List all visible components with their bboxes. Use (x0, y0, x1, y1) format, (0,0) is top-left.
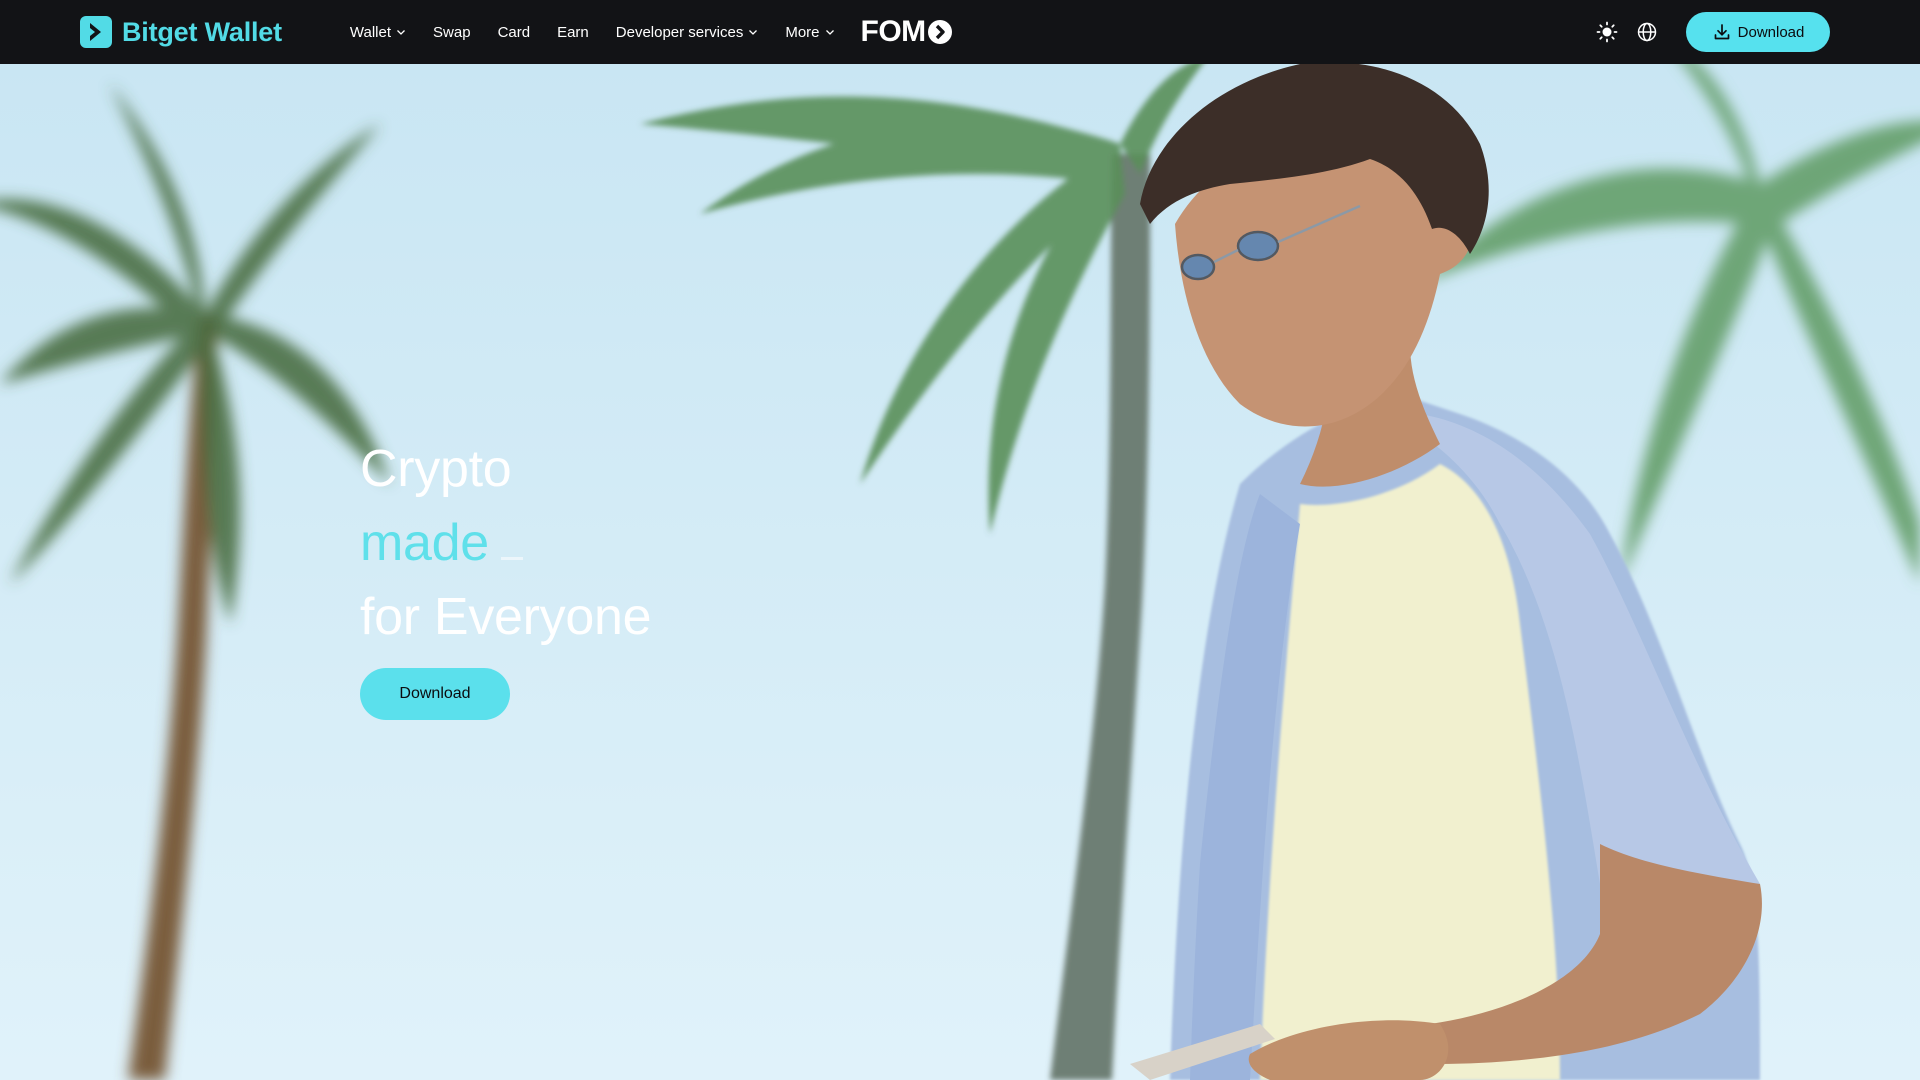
nav-label: Wallet (349, 23, 392, 41)
header-tools: Download (1596, 12, 1830, 52)
nav-item-more[interactable]: More (785, 24, 834, 41)
hero-background-photo (0, 64, 1920, 1080)
header-download-label: Download (1737, 23, 1805, 41)
typing-cursor (500, 557, 523, 560)
hero-download-label: Download (399, 685, 471, 702)
headline-line-3: for Everyone (360, 588, 652, 646)
nav-item-earn[interactable]: Earn (557, 24, 589, 41)
hero-download-button[interactable]: Download (360, 668, 510, 720)
bitget-logo-icon (80, 16, 112, 48)
nav-item-wallet[interactable]: Wallet (350, 24, 406, 41)
nav-label: More (785, 23, 820, 41)
brand-name: Bitget Wallet (122, 16, 282, 47)
nav-label: Earn (557, 23, 589, 41)
brand-logo-link[interactable]: Bitget Wallet (80, 16, 282, 48)
nav-label: Swap (433, 23, 471, 41)
headline-line-2: made (360, 506, 651, 580)
chevron-down-icon (825, 30, 834, 35)
hero-headline: Crypto made for Everyone (360, 432, 652, 654)
header-download-button[interactable]: Download (1686, 12, 1830, 52)
globe-icon[interactable] (1636, 21, 1658, 43)
download-icon (1714, 24, 1729, 40)
nav-item-developer-services[interactable]: Developer services (616, 24, 759, 41)
chevron-down-icon (397, 30, 405, 35)
main-nav: Wallet Swap Card Earn Developer services… (350, 24, 835, 41)
nav-label: Card (497, 23, 531, 41)
nav-item-swap[interactable]: Swap (433, 24, 471, 41)
hero-section: Crypto made for Everyone Download (0, 64, 1920, 1080)
headline-accent-word: made (360, 514, 489, 572)
top-navbar: Bitget Wallet Wallet Swap Card Earn Deve… (0, 0, 1920, 64)
headline-line-1: Crypto (360, 440, 512, 498)
fomo-wordmark: FOM (860, 15, 927, 48)
chevron-down-icon (749, 30, 758, 35)
sun-icon[interactable] (1596, 21, 1618, 43)
arrow-circle-icon (927, 20, 952, 44)
fomo-link[interactable]: FOM (861, 15, 953, 49)
nav-label: Developer services (615, 23, 744, 41)
nav-item-card[interactable]: Card (498, 24, 531, 41)
